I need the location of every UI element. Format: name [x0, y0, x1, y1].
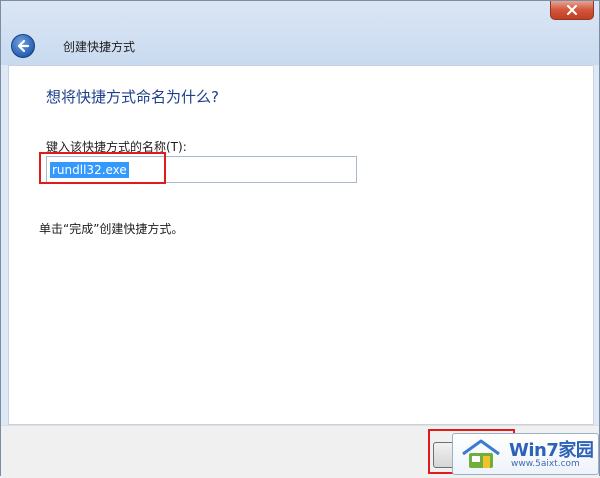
- title-bar: 创建快捷方式: [1, 1, 599, 65]
- wizard-window: 创建快捷方式 想将快捷方式命名为什么? 键入该快捷方式的名称(T): rundl…: [0, 0, 600, 478]
- watermark-url: www.5aixt.com: [511, 459, 580, 469]
- wizard-title: 创建快捷方式: [63, 40, 136, 54]
- content-panel: 想将快捷方式命名为什么? 键入该快捷方式的名称(T): rundll32.exe…: [8, 65, 594, 425]
- shortcut-name-field[interactable]: rundll32.exe: [46, 156, 357, 183]
- finish-hint: 单击“完成”创建快捷方式。: [39, 222, 184, 236]
- back-button[interactable]: [11, 34, 35, 58]
- close-button[interactable]: [550, 1, 594, 20]
- back-arrow-icon: [17, 39, 30, 53]
- page-heading: 想将快捷方式命名为什么?: [46, 88, 219, 106]
- house-logo-icon: [462, 439, 500, 468]
- selected-text: rundll32.exe: [50, 162, 129, 178]
- shortcut-name-label: 键入该快捷方式的名称(T):: [46, 140, 187, 154]
- close-icon: [567, 5, 577, 15]
- site-watermark: Win7家园 www.5aixt.com: [452, 433, 599, 475]
